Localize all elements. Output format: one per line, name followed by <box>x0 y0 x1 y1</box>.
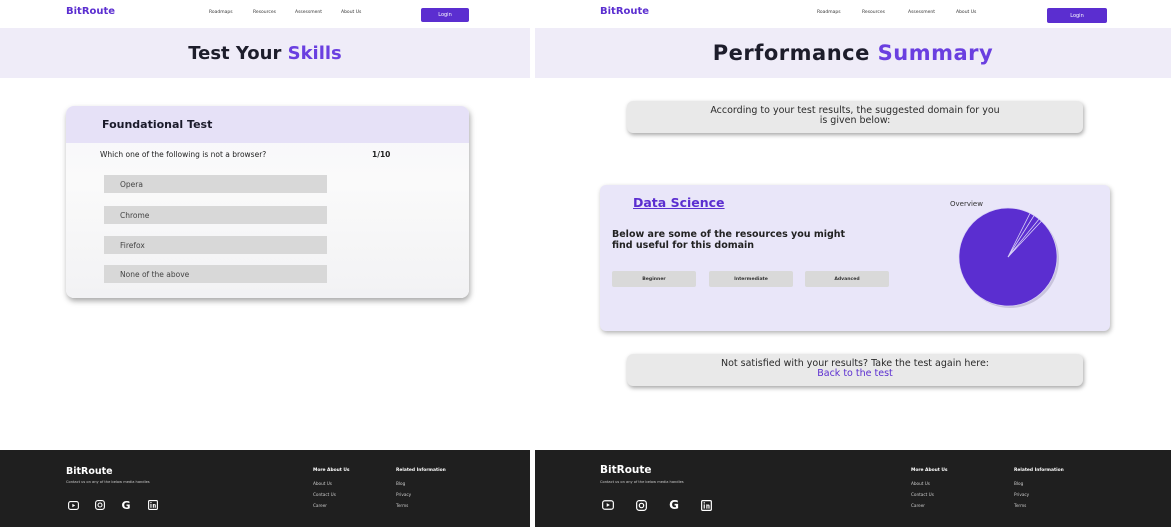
footer-tagline: Contact us on any of the below media han… <box>600 480 684 484</box>
footer-link-privacy[interactable]: Privacy <box>1014 492 1029 497</box>
top-nav: BitRoute Roadmaps Resources Assessment A… <box>535 0 1171 24</box>
footer-link-contact[interactable]: Contact Us <box>313 492 336 497</box>
footer: BitRoute Contact us on any of the below … <box>0 450 530 527</box>
linkedin-icon[interactable] <box>146 499 160 511</box>
linkedin-icon[interactable] <box>699 499 713 511</box>
page-title-accent: Summary <box>877 41 994 65</box>
suggestion-line-2: is given below: <box>819 115 891 126</box>
beginner-button[interactable]: Beginner <box>612 271 696 287</box>
footer-brand: BitRoute <box>66 466 113 477</box>
footer-link-contact[interactable]: Contact Us <box>911 492 934 497</box>
brand-logo[interactable]: BitRoute <box>66 6 115 17</box>
nav-roadmaps[interactable]: Roadmaps <box>817 10 841 15</box>
nav-resources[interactable]: Resources <box>862 10 885 15</box>
footer-link-blog[interactable]: Blog <box>1014 481 1023 486</box>
answer-option-opera[interactable]: Opera <box>104 175 327 193</box>
overview-pie-chart <box>958 207 1059 308</box>
question-counter: 1/10 <box>372 150 391 159</box>
suggestion-box: According to your test results, the sugg… <box>627 101 1083 133</box>
footer-link-privacy[interactable]: Privacy <box>396 492 411 497</box>
footer-col1-title: More About Us <box>911 468 948 473</box>
answer-option-none[interactable]: None of the above <box>104 265 327 283</box>
page-title-plain: Performance <box>712 41 878 65</box>
back-to-test-link[interactable]: Back to the test <box>627 369 1083 379</box>
footer-link-terms[interactable]: Terms <box>1014 503 1026 508</box>
answer-option-chrome[interactable]: Chrome <box>104 206 327 224</box>
test-card-header: Foundational Test <box>66 106 469 143</box>
page-title: Performance Summary <box>713 41 993 65</box>
test-title: Foundational Test <box>102 118 213 131</box>
footer-col2-title: Related Information <box>1014 468 1064 473</box>
footer-link-about[interactable]: About Us <box>911 481 930 486</box>
top-nav: BitRoute Roadmaps Resources Assessment A… <box>0 0 530 24</box>
instagram-icon[interactable] <box>634 499 648 511</box>
retake-box: Not satisfied with your results? Take th… <box>627 354 1083 386</box>
hero-banner: Performance Summary <box>535 28 1171 78</box>
nav-assessment[interactable]: Assessment <box>295 10 322 15</box>
footer-link-about[interactable]: About Us <box>313 481 332 486</box>
youtube-icon[interactable] <box>66 499 80 511</box>
page-title-accent: Skills <box>287 42 342 64</box>
advanced-button[interactable]: Advanced <box>805 271 889 287</box>
answer-option-firefox[interactable]: Firefox <box>104 236 327 254</box>
login-button[interactable]: Login <box>1047 8 1107 23</box>
brand-logo[interactable]: BitRoute <box>600 6 649 17</box>
page-title: Test Your Skills <box>188 43 342 64</box>
login-button[interactable]: Login <box>421 8 469 22</box>
footer-link-career[interactable]: Career <box>911 503 925 508</box>
hero-banner: Test Your Skills <box>0 28 530 78</box>
instagram-icon[interactable] <box>93 499 107 511</box>
footer: BitRoute Contact us on any of the below … <box>535 450 1171 527</box>
test-page: BitRoute Roadmaps Resources Assessment A… <box>0 0 530 527</box>
google-icon[interactable]: G <box>667 498 681 512</box>
footer-tagline: Contact us on any of the below media han… <box>66 480 150 484</box>
nav-about-us[interactable]: About Us <box>956 10 976 15</box>
domain-description: Below are some of the resources you migh… <box>612 229 846 251</box>
screenshot-stage: BitRoute Roadmaps Resources Assessment A… <box>0 0 1171 527</box>
footer-brand: BitRoute <box>600 464 652 476</box>
question-text: Which one of the following is not a brow… <box>100 150 267 159</box>
youtube-icon[interactable] <box>601 499 615 511</box>
footer-link-career[interactable]: Career <box>313 503 327 508</box>
footer-col2-title: Related Information <box>396 468 446 473</box>
footer-col1-title: More About Us <box>313 468 350 473</box>
nav-resources[interactable]: Resources <box>253 10 276 15</box>
nav-about-us[interactable]: About Us <box>341 10 361 15</box>
google-icon[interactable]: G <box>119 499 133 512</box>
nav-assessment[interactable]: Assessment <box>908 10 935 15</box>
nav-roadmaps[interactable]: Roadmaps <box>209 10 233 15</box>
footer-link-blog[interactable]: Blog <box>396 481 405 486</box>
domain-card: Data Science Below are some of the resou… <box>600 185 1110 331</box>
domain-title-link[interactable]: Data Science <box>633 195 725 210</box>
page-title-plain: Test Your <box>188 42 288 64</box>
intermediate-button[interactable]: Intermediate <box>709 271 793 287</box>
summary-page: BitRoute Roadmaps Resources Assessment A… <box>535 0 1171 527</box>
footer-link-terms[interactable]: Terms <box>396 503 408 508</box>
